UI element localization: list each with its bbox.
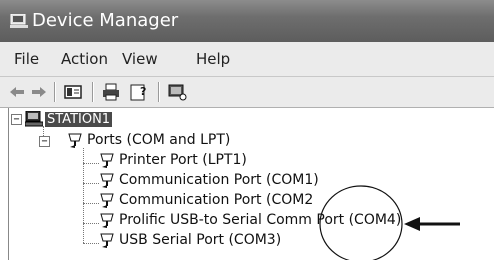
toolbar-separator xyxy=(54,82,56,102)
toolbar: ? xyxy=(0,77,494,108)
tree-item-label[interactable]: Printer Port (LPT1) xyxy=(119,152,247,168)
toolbar-separator xyxy=(158,82,160,102)
properties-icon[interactable] xyxy=(62,81,84,103)
scan-hardware-icon[interactable] xyxy=(166,81,188,103)
collapse-icon[interactable]: − xyxy=(39,136,50,147)
menu-file[interactable]: File xyxy=(14,50,39,68)
port-connector-icon xyxy=(100,233,114,248)
port-connector-icon xyxy=(100,193,114,208)
port-connector-icon xyxy=(100,153,114,168)
highlight-circle xyxy=(319,185,403,260)
back-arrow-icon[interactable] xyxy=(6,81,28,103)
tree-group-label[interactable]: Ports (COM and LPT) xyxy=(87,132,230,148)
tree-root-station1[interactable]: − STATION1 xyxy=(9,110,309,130)
svg-text:?: ? xyxy=(140,85,146,98)
port-connector-icon xyxy=(100,213,114,228)
tree-item-label[interactable]: USB Serial Port (COM3) xyxy=(119,232,281,248)
menu-view[interactable]: View xyxy=(122,50,158,68)
toolbar-separator xyxy=(92,82,94,102)
forward-arrow-icon[interactable] xyxy=(28,81,50,103)
port-connector-icon xyxy=(100,173,114,188)
computer-monitor-icon xyxy=(10,14,28,28)
tree-root-label[interactable]: STATION1 xyxy=(45,112,113,127)
tree-item-label[interactable]: Communication Port (COM2 xyxy=(119,192,313,208)
title-bar: Device Manager xyxy=(0,0,494,42)
port-connector-icon xyxy=(68,133,82,148)
menu-bar: File Action View Help xyxy=(0,42,494,77)
computer-icon xyxy=(25,111,43,127)
window-title: Device Manager xyxy=(32,10,179,31)
help-icon[interactable]: ? xyxy=(128,81,150,103)
device-tree[interactable]: − STATION1 − Ports (COM and LPT) Printer… xyxy=(8,108,494,260)
menu-action[interactable]: Action xyxy=(61,50,108,68)
collapse-icon[interactable]: − xyxy=(11,114,22,125)
print-icon[interactable] xyxy=(100,81,122,103)
menu-help[interactable]: Help xyxy=(196,50,230,68)
tree-group-ports[interactable]: − Ports (COM and LPT) xyxy=(9,130,309,150)
pointer-arrow-icon xyxy=(404,217,460,231)
tree-item-port[interactable]: Printer Port (LPT1) xyxy=(9,150,409,170)
tree-item-label[interactable]: Communication Port (COM1) xyxy=(119,172,319,188)
